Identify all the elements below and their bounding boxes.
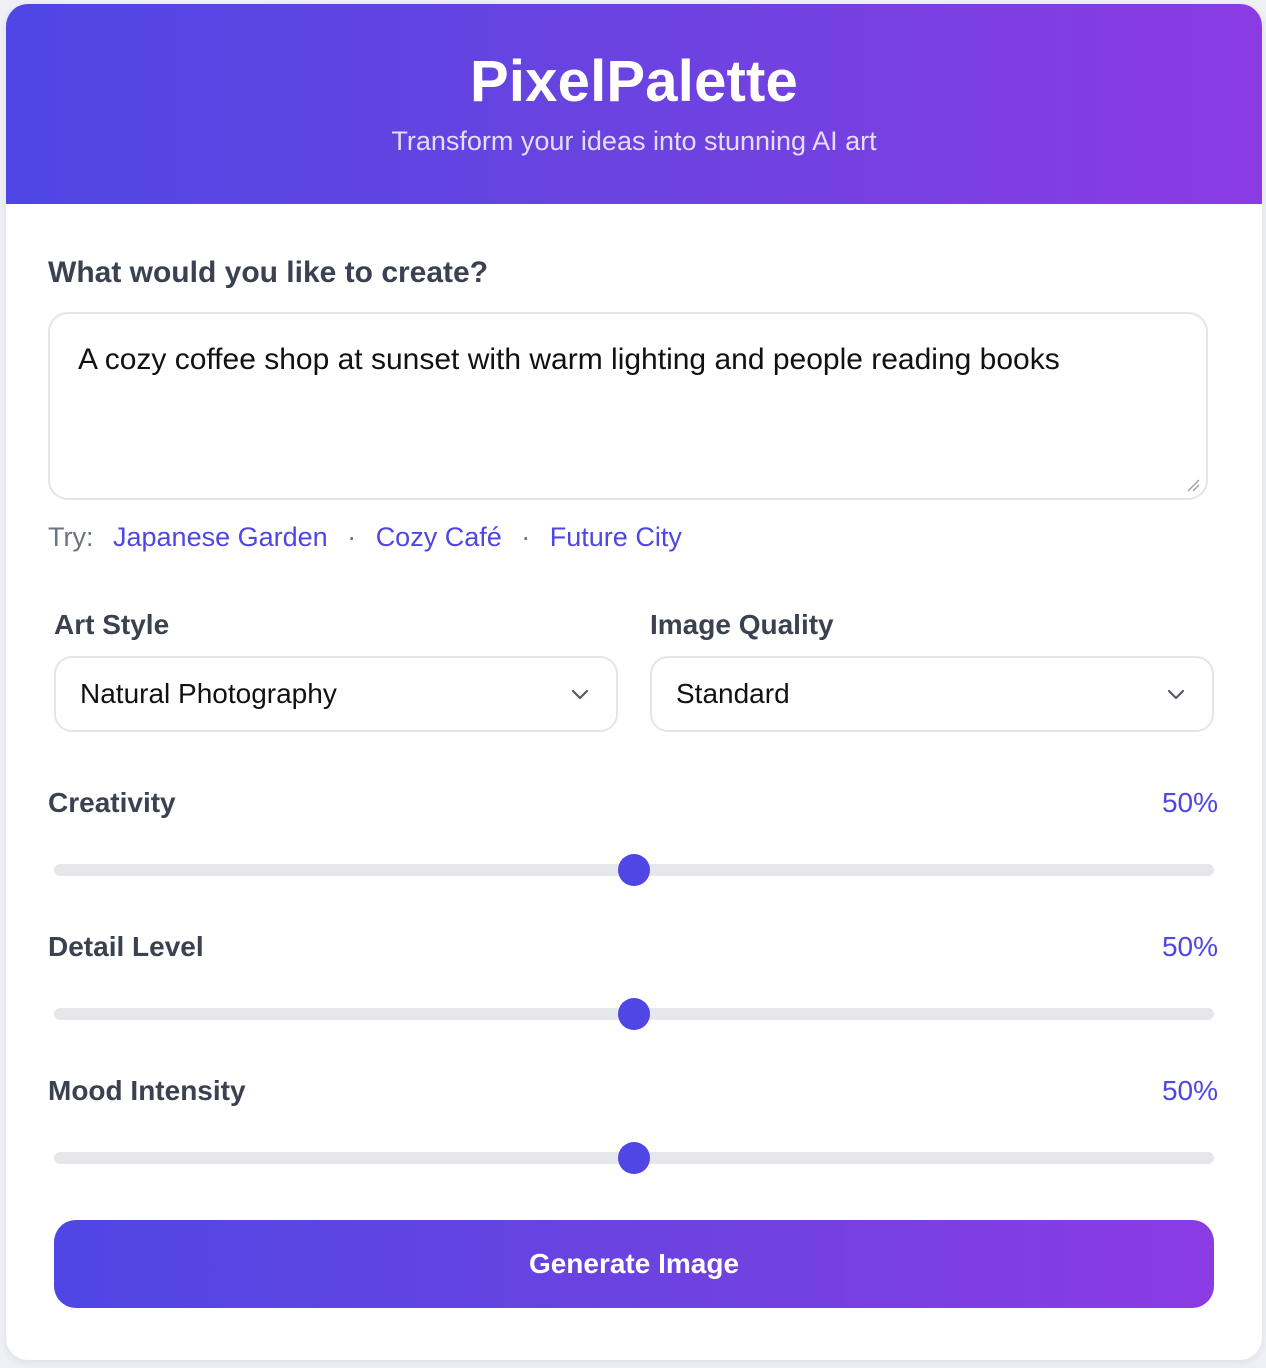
prompt-label: What would you like to create? <box>48 256 489 289</box>
creativity-value: 50% <box>1161 787 1218 818</box>
creativity-label: Creativity <box>48 787 176 818</box>
app-subtitle: Transform your ideas into stunning AI ar… <box>391 126 877 156</box>
header: PixelPalette Transform your ideas into s… <box>6 4 1262 204</box>
detail-level-value: 50% <box>1161 931 1218 962</box>
mood-intensity-value: 50% <box>1161 1075 1218 1106</box>
creativity-slider-thumb[interactable] <box>618 854 650 886</box>
mood-intensity-label: Mood Intensity <box>48 1075 246 1106</box>
suggestion-separator: · <box>347 522 357 552</box>
detail-level-label: Detail Level <box>48 931 204 962</box>
resize-grip-icon[interactable] <box>1186 478 1200 492</box>
suggestions-prefix: Try: <box>48 522 94 552</box>
chevron-down-icon <box>1167 689 1185 700</box>
suggestion-separator: · <box>521 522 531 552</box>
image-quality-label: Image Quality <box>650 609 834 640</box>
prompt-textarea[interactable]: A cozy coffee shop at sunset with warm l… <box>48 312 1208 500</box>
art-style-value: Natural Photography <box>80 678 337 709</box>
suggestion-japanese-garden[interactable]: Japanese Garden <box>113 522 328 552</box>
image-quality-value: Standard <box>676 678 790 709</box>
mood-intensity-slider-thumb[interactable] <box>618 1142 650 1174</box>
art-style-select[interactable]: Natural Photography <box>54 656 618 732</box>
chevron-down-icon <box>571 689 589 700</box>
app-title: PixelPalette <box>469 49 799 114</box>
detail-level-slider[interactable] <box>54 998 1214 1030</box>
image-quality-select[interactable]: Standard <box>650 656 1214 732</box>
creativity-slider[interactable] <box>54 854 1214 886</box>
suggestion-cozy-cafe[interactable]: Cozy Café <box>376 522 502 552</box>
generate-image-button[interactable]: Generate Image <box>54 1220 1214 1308</box>
mood-intensity-slider[interactable] <box>54 1142 1214 1174</box>
art-style-label: Art Style <box>54 609 170 640</box>
prompt-text: A cozy coffee shop at sunset with warm l… <box>78 343 1060 376</box>
prompt-suggestions: Try: Japanese Garden · Cozy Café · Futur… <box>48 520 682 554</box>
detail-level-slider-thumb[interactable] <box>618 998 650 1030</box>
suggestion-future-city[interactable]: Future City <box>550 522 682 552</box>
